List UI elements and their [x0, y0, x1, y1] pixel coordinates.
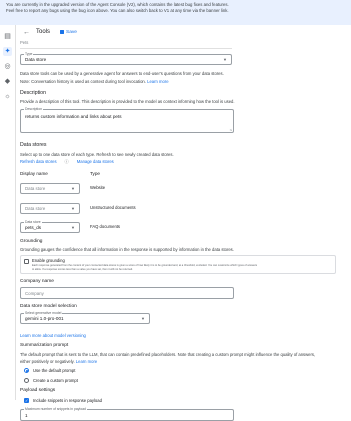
- tool-name-value: Pets: [20, 40, 29, 45]
- datastore-select-unstructured[interactable]: Data store ▼: [20, 203, 80, 214]
- radio-custom-prompt[interactable]: Create a custom prompt: [24, 377, 124, 384]
- radio-default-dot[interactable]: [24, 368, 29, 373]
- company-heading: Company name: [20, 279, 54, 284]
- description-value: returns custom information and links abo…: [25, 114, 122, 119]
- upgrade-banner: You are currently in the upgraded versio…: [0, 0, 351, 25]
- company-placeholder: Company: [25, 291, 44, 296]
- description-heading: Description: [20, 90, 46, 96]
- history-icon[interactable]: ◎: [3, 62, 12, 71]
- radio-default-label: Use the default prompt: [33, 368, 76, 373]
- summarization-learn-more[interactable]: Learn more: [76, 359, 97, 364]
- summarization-heading: Summarization prompt: [20, 343, 69, 348]
- chevron-down-icon: ▼: [71, 186, 75, 191]
- grounding-heading: Grounding: [20, 239, 43, 244]
- include-snippets-row[interactable]: ✓ Include snippets in response payload: [24, 397, 164, 404]
- page-header: ← Tools Save: [15, 25, 351, 39]
- model-heading: Data store model selection: [20, 304, 77, 309]
- nav-rail: ▤ ✦ ◎ ◆ ☼: [0, 25, 16, 400]
- chevron-down-icon: ▼: [71, 225, 75, 230]
- datastore-placeholder: Data store: [25, 206, 46, 211]
- max-snippets-label: Maximum number of snippets in payload: [24, 407, 87, 411]
- payload-heading: Payload settings: [20, 388, 56, 393]
- model-select[interactable]: Select generative model gemini 1.0-pro-0…: [20, 311, 150, 324]
- datastore-value: pets_ds: [25, 225, 42, 230]
- name-divider: [20, 48, 232, 49]
- radio-custom-dot[interactable]: [24, 378, 29, 383]
- model-field-label: Select generative model: [24, 311, 63, 315]
- max-snippets-value: 1: [25, 413, 28, 418]
- datastore-field-label: Data store: [24, 220, 42, 224]
- chevron-down-icon: ▼: [71, 206, 75, 211]
- history-note: Note: Conversation history is used as co…: [20, 79, 169, 84]
- datastore-desc: Data store tools can be used by a genera…: [20, 71, 224, 76]
- datastore-placeholder: Data store: [25, 186, 46, 191]
- save-button[interactable]: Save: [60, 30, 77, 35]
- col-display-name: Display name: [20, 171, 48, 176]
- datastore-select-faq[interactable]: Data store pets_ds ▼: [20, 220, 80, 233]
- learn-more-link[interactable]: Learn more: [147, 79, 168, 84]
- settings-icon[interactable]: ☼: [3, 92, 12, 101]
- help-icon[interactable]: ⓘ: [65, 159, 69, 165]
- radio-custom-label: Create a custom prompt: [33, 378, 78, 383]
- datastores-heading: Data stores: [20, 142, 47, 148]
- type-field-label: Type: [24, 52, 34, 56]
- manage-datastores-link[interactable]: Manage data stores: [77, 159, 114, 165]
- max-snippets-input[interactable]: Maximum number of snippets in payload 1: [20, 407, 234, 421]
- type-website: Website: [90, 185, 106, 190]
- include-snippets-label: Include snippets in response payload: [33, 398, 102, 403]
- chevron-down-icon: ▼: [141, 316, 145, 321]
- type-select[interactable]: Type Data store ▼: [20, 52, 232, 65]
- model-value: gemini 1.0-pro-001: [25, 316, 64, 321]
- save-label: Save: [66, 29, 77, 35]
- grounding-help: Grounding gauges the confidence that all…: [20, 247, 234, 252]
- company-input[interactable]: Company: [20, 287, 234, 299]
- chevron-down-icon: ▼: [223, 57, 227, 62]
- banner-line-2: Feel free to report any bugs using the b…: [6, 7, 229, 13]
- resize-handle-icon[interactable]: ⇲: [229, 128, 232, 132]
- description-field-label: Description: [24, 107, 43, 111]
- description-help: Provide a description of this tool. This…: [20, 99, 235, 104]
- back-arrow-icon[interactable]: ←: [23, 29, 30, 36]
- col-type: Type: [90, 171, 100, 176]
- chat-icon[interactable]: ▤: [3, 32, 12, 41]
- grounding-box: Enable grounding Each response generated…: [20, 255, 336, 274]
- type-value: Data store: [25, 57, 47, 62]
- include-snippets-checkbox[interactable]: ✓: [24, 398, 29, 403]
- summarization-help: The default prompt that is sent to the L…: [20, 352, 316, 357]
- summarization-help-2: either positively or negatively. Learn m…: [20, 359, 97, 364]
- refresh-datastores-link[interactable]: Refresh data stores: [20, 159, 57, 165]
- type-faq: FAQ documents: [90, 224, 121, 229]
- type-unstructured: Unstructured documents: [90, 205, 136, 210]
- grounding-detail-2: to allow. If a response scores less than…: [32, 268, 133, 271]
- wrench-icon[interactable]: ✦: [3, 47, 12, 56]
- datastore-links: Refresh data stores ⓘ Manage data stores: [20, 159, 114, 165]
- page-title: Tools: [36, 29, 51, 35]
- radio-default-prompt[interactable]: Use the default prompt: [24, 367, 124, 374]
- enable-grounding-label: Enable grounding: [32, 258, 65, 263]
- datastores-help: Select up to one data store of each type…: [20, 152, 174, 157]
- enable-grounding-checkbox[interactable]: [24, 259, 29, 264]
- grounding-detail: Each response generated from the content…: [32, 264, 258, 267]
- summarization-help-2-text: either positively or negatively.: [20, 359, 75, 364]
- description-textarea[interactable]: Description returns custom information a…: [20, 107, 234, 133]
- save-icon: [60, 30, 65, 34]
- datastore-select-website[interactable]: Data store ▼: [20, 183, 80, 194]
- model-versioning-link[interactable]: Learn more about model versioning: [20, 333, 86, 338]
- shield-icon[interactable]: ◆: [3, 77, 12, 86]
- note-text: Note: Conversation history is used as co…: [20, 79, 146, 84]
